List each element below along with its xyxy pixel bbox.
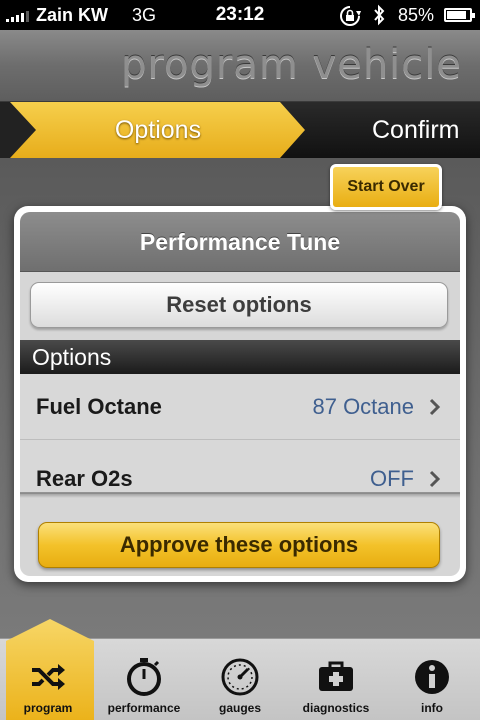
performance-tune-dialog: Performance Tune Reset options Options F… [14,206,466,582]
shuffle-icon [32,664,65,690]
medkit-icon [319,661,353,691]
rotation-lock-icon [340,6,361,26]
tab-label: program [23,701,73,715]
tab-program[interactable]: program [0,619,96,720]
tab-label: info [421,701,443,715]
chevron-right-icon [429,470,441,488]
info-icon [415,660,449,694]
step-confirm-label[interactable]: Confirm [372,102,460,158]
dialog-title: Performance Tune [20,212,460,272]
bluetooth-icon [374,4,385,26]
approve-options-button[interactable]: Approve these options [38,522,440,568]
tab-info[interactable]: info [384,639,480,720]
option-row-rear-o2s[interactable]: Rear O2s OFF [20,440,460,494]
chevron-right-icon [429,398,441,416]
gauge-icon [221,658,259,696]
tab-bar: program performance gauges diagnostics i… [0,619,480,720]
tab-label: diagnostics [302,701,370,715]
tab-label: performance [107,701,181,715]
reset-options-button[interactable]: Reset options [30,282,448,328]
tab-diagnostics[interactable]: diagnostics [288,639,384,720]
option-label: Rear O2s [36,466,133,491]
tab-performance[interactable]: performance [96,639,192,720]
option-value: OFF [370,466,414,491]
step-progress-bar: Options Confirm [0,102,480,158]
status-bar: Zain KW 3G 23:12 85% [0,0,480,30]
option-row-fuel-octane[interactable]: Fuel Octane 87 Octane [20,374,460,440]
list-bottom-shadow [20,492,460,498]
page-title: program vehicle [121,42,462,88]
step-options-label: Options [114,116,202,144]
app-header: program vehicle [0,30,480,102]
tab-gauges[interactable]: gauges [192,639,288,720]
dialog-body: Performance Tune Reset options Options F… [20,212,460,576]
start-over-button[interactable]: Start Over [330,164,442,210]
option-label: Fuel Octane [36,394,162,419]
battery-percent: 85% [398,5,435,25]
tab-label: gauges [218,701,261,715]
options-section-header: Options [20,340,460,374]
battery-fill [447,11,466,19]
battery-icon [444,8,475,22]
option-value: 87 Octane [312,394,414,419]
stopwatch-icon [127,658,161,696]
